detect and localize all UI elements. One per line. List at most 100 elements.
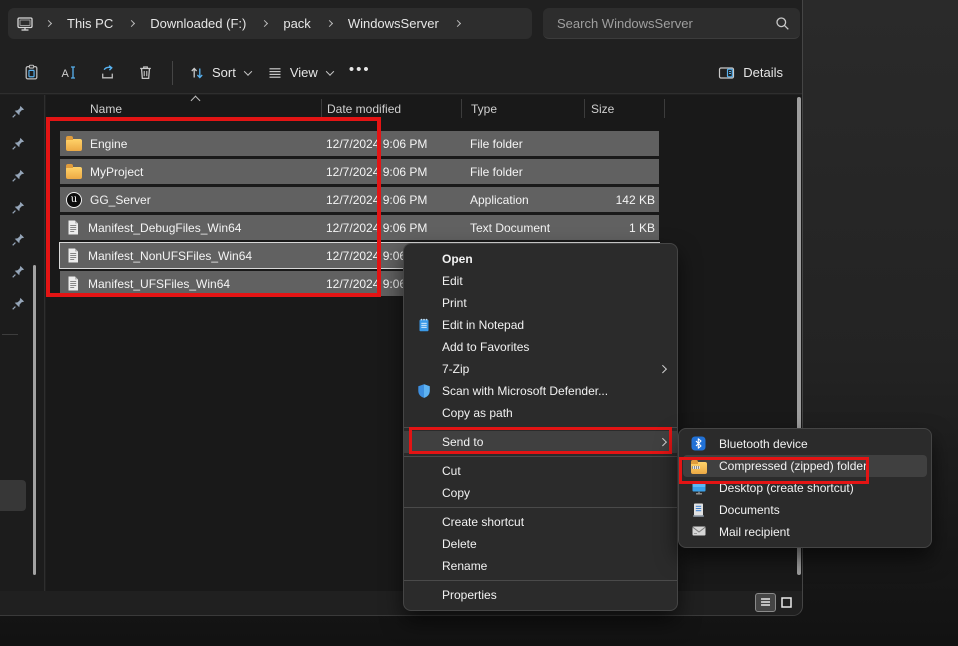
menu-item-send-to[interactable]: Send to	[404, 431, 677, 453]
documents-icon	[691, 502, 707, 518]
more-options-button[interactable]: •••	[341, 57, 379, 89]
column-date[interactable]: Date modified	[327, 102, 401, 116]
pin-icon[interactable]	[11, 296, 26, 311]
table-row[interactable]: u GG_Server 12/7/2024 9:06 PM Applicatio…	[60, 187, 659, 212]
menu-item-add-to-favorites[interactable]: Add to Favorites	[404, 336, 677, 358]
send-to-submenu: Bluetooth device Compressed (zipped) fol…	[678, 428, 932, 548]
details-pane-button[interactable]: Details	[710, 57, 791, 89]
column-name[interactable]: Name	[90, 102, 122, 116]
menu-item-rename[interactable]: Rename	[404, 555, 677, 577]
chevron-right-icon[interactable]	[326, 20, 333, 27]
rename-button[interactable]: A	[50, 57, 88, 89]
submenu-item-compressed-folder[interactable]: Compressed (zipped) folder	[683, 455, 927, 477]
menu-label: Documents	[719, 503, 780, 517]
chevron-right-icon[interactable]	[128, 20, 135, 27]
menu-item-create-shortcut[interactable]: Create shortcut	[404, 511, 677, 533]
submenu-item-desktop-shortcut[interactable]: Desktop (create shortcut)	[683, 477, 927, 499]
sort-icon	[189, 65, 205, 81]
menu-label: Properties	[442, 588, 497, 602]
submenu-arrow-icon	[658, 365, 666, 373]
view-toggles	[755, 593, 797, 612]
menu-label: Desktop (create shortcut)	[719, 481, 854, 495]
search-icon[interactable]	[775, 16, 790, 31]
chevron-down-icon	[244, 67, 252, 75]
pin-icon[interactable]	[11, 168, 26, 183]
sort-label: Sort	[212, 65, 236, 80]
pin-icon[interactable]	[11, 264, 26, 279]
menu-item-copy-as-path[interactable]: Copy as path	[404, 402, 677, 424]
table-row[interactable]: MyProject 12/7/2024 9:06 PM File folder	[60, 159, 659, 184]
menu-item-edit-in-notepad[interactable]: Edit in Notepad	[404, 314, 677, 336]
navigation-bar: This PC Downloaded (F:) pack WindowsServ…	[8, 8, 800, 39]
sidebar-item-highlight[interactable]	[0, 480, 26, 511]
pin-icon[interactable]	[11, 104, 26, 119]
menu-item-open[interactable]: Open	[404, 248, 677, 270]
submenu-item-bluetooth[interactable]: Bluetooth device	[683, 433, 927, 455]
delete-button[interactable]	[126, 57, 164, 89]
column-divider[interactable]	[584, 99, 585, 118]
menu-item-cut[interactable]: Cut	[404, 460, 677, 482]
mail-icon	[691, 524, 707, 540]
chevron-down-icon	[326, 67, 334, 75]
submenu-item-documents[interactable]: Documents	[683, 499, 927, 521]
menu-label: Bluetooth device	[719, 437, 808, 451]
details-pane-label: Details	[743, 65, 783, 80]
column-divider[interactable]	[321, 99, 322, 118]
address-bar[interactable]: This PC Downloaded (F:) pack WindowsServ…	[8, 8, 532, 39]
column-type[interactable]: Type	[471, 102, 497, 116]
view-button[interactable]: View	[259, 57, 341, 89]
table-row[interactable]: Engine 12/7/2024 9:06 PM File folder	[60, 131, 659, 156]
menu-label: Send to	[442, 435, 483, 449]
sort-button[interactable]: Sort	[181, 57, 259, 89]
menu-item-edit[interactable]: Edit	[404, 270, 677, 292]
file-name: Manifest_DebugFiles_Win64	[88, 221, 241, 235]
menu-label: Open	[442, 252, 473, 266]
menu-item-7zip[interactable]: 7-Zip	[404, 358, 677, 380]
table-row[interactable]: Manifest_DebugFiles_Win64 12/7/2024 9:06…	[60, 215, 659, 240]
share-button[interactable]	[88, 57, 126, 89]
search-input[interactable]	[557, 16, 775, 31]
pin-icon[interactable]	[11, 200, 26, 215]
thumbnail-view-toggle[interactable]	[776, 593, 797, 612]
menu-label: Scan with Microsoft Defender...	[442, 384, 608, 398]
menu-label: Mail recipient	[719, 525, 790, 539]
menu-label: Cut	[442, 464, 461, 478]
breadcrumb-this-pc[interactable]: This PC	[59, 14, 121, 33]
breadcrumb-pack[interactable]: pack	[275, 14, 318, 33]
column-divider[interactable]	[461, 99, 462, 118]
text-document-icon	[66, 247, 80, 264]
file-type: Application	[470, 193, 529, 207]
details-view-toggle[interactable]	[755, 593, 776, 612]
text-document-icon	[66, 219, 80, 236]
menu-item-delete[interactable]: Delete	[404, 533, 677, 555]
this-pc-icon	[16, 16, 34, 32]
search-box[interactable]	[543, 8, 800, 39]
sidebar-scrollbar[interactable]	[33, 265, 36, 575]
defender-shield-icon	[416, 383, 432, 399]
menu-item-copy[interactable]: Copy	[404, 482, 677, 504]
pin-icon[interactable]	[11, 136, 26, 151]
submenu-item-mail[interactable]: Mail recipient	[683, 521, 927, 543]
paste-button[interactable]	[12, 57, 50, 89]
menu-label: Copy	[442, 486, 470, 500]
menu-item-print[interactable]: Print	[404, 292, 677, 314]
column-headers: Name Date modified Type Size	[46, 95, 803, 122]
menu-item-scan-defender[interactable]: Scan with Microsoft Defender...	[404, 380, 677, 402]
column-size[interactable]: Size	[591, 102, 614, 116]
menu-label: Copy as path	[442, 406, 513, 420]
pin-icon[interactable]	[11, 232, 26, 247]
chevron-right-icon[interactable]	[454, 20, 461, 27]
menu-separator	[404, 507, 677, 508]
zip-folder-icon	[691, 462, 707, 474]
file-date: 12/7/2024 9:06 PM	[326, 221, 427, 235]
menu-separator	[404, 427, 677, 428]
menu-separator	[404, 580, 677, 581]
chevron-right-icon[interactable]	[45, 20, 52, 27]
menu-label: Delete	[442, 537, 477, 551]
navigation-pane	[0, 95, 45, 592]
column-divider[interactable]	[664, 99, 665, 118]
breadcrumb-windowsserver[interactable]: WindowsServer	[340, 14, 447, 33]
menu-item-properties[interactable]: Properties	[404, 584, 677, 606]
chevron-right-icon[interactable]	[261, 20, 268, 27]
breadcrumb-drive[interactable]: Downloaded (F:)	[142, 14, 254, 33]
